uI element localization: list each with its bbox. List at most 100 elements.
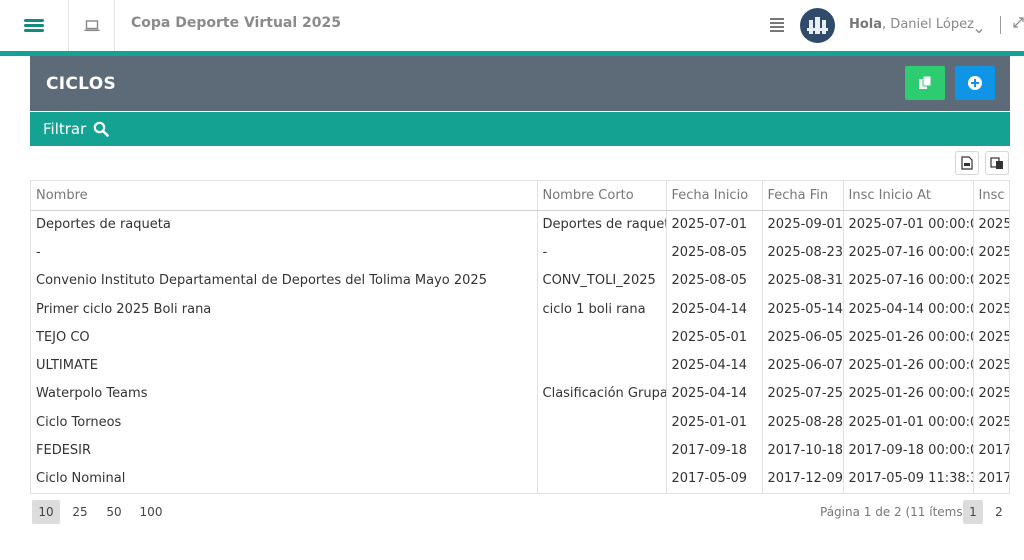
table-cell: 2025-08-05 (666, 238, 763, 267)
app-title: Copa Deporte Virtual 2025 (131, 15, 341, 31)
column-header[interactable]: Nombre Corto (537, 181, 667, 211)
greeting-prefix: Hola (849, 17, 883, 32)
table-cell: 2025-09-01 (762, 210, 844, 239)
table-cell: 2025-04-14 (666, 379, 763, 409)
table-cell: 2025-06-07 (762, 351, 844, 380)
table-cell: 2025-08-28 (762, 408, 844, 437)
file-icon (961, 156, 973, 170)
table-cell: 2017-10-18 (762, 436, 844, 465)
table-cell: 2017-05-09 (666, 464, 763, 493)
table-cell: - (31, 238, 538, 267)
table-cell: 2025- (973, 408, 1009, 437)
table-row[interactable]: Primer ciclo 2025 Boli rana ciclo 1 boli … (31, 294, 1009, 324)
table-cell: FEDESIR (31, 436, 538, 465)
column-chooser-button[interactable] (985, 151, 1009, 175)
avatar[interactable] (800, 8, 835, 43)
table-cell: - (537, 238, 667, 267)
user-greeting[interactable]: Hola, Daniel López (849, 17, 974, 32)
list-icon[interactable] (770, 18, 784, 32)
add-button[interactable] (955, 66, 995, 100)
table-cell (537, 323, 667, 352)
menu-toggle-button[interactable] (0, 0, 69, 51)
filter-label: Filtrar (43, 120, 87, 138)
top-bar: Copa Deporte Virtual 2025 Hola, Daniel L… (0, 0, 1024, 51)
column-header[interactable]: Fecha Inicio (666, 181, 763, 211)
panel-header: CICLOS (30, 56, 1010, 111)
table-cell: 2025- (973, 210, 1009, 239)
table-cell: Ciclo Torneos (31, 408, 538, 437)
table-cell: 2025- (973, 238, 1009, 267)
page-size-25[interactable]: 25 (67, 500, 93, 524)
table-cell: 2017-09-18 00:00:00 (843, 436, 974, 465)
table-cell: 2025-01-26 00:00:00 (843, 323, 974, 352)
table-cell: 2025-07-16 00:00:00 (843, 238, 974, 267)
table-cell: 2025-01-26 00:00:00 (843, 379, 974, 409)
table-cell: 2025-07-01 00:00:00 (843, 210, 974, 239)
table-cell: Deportes de raqueta (537, 210, 667, 239)
table-row[interactable]: Waterpolo Teams Clasificación Grupal 2025-… (31, 379, 1009, 409)
page-button-1[interactable]: 1 (963, 500, 983, 524)
copy-icon (919, 75, 932, 89)
table-cell (537, 408, 667, 437)
table-cell: 2017-12-09 (762, 464, 844, 493)
search-icon (93, 121, 109, 137)
table-cell: ciclo 1 boli rana (537, 294, 667, 324)
page-info: Página 1 de 2 (11 ítems) (820, 505, 968, 519)
table-cell: 2025-01-01 (666, 408, 763, 437)
table-cell: 2025-05-14 (762, 294, 844, 324)
table-row[interactable]: - -2025-08-05 2025-08-23 2025-07-16 00:00:0… (31, 238, 1009, 267)
column-header[interactable]: Nombre (31, 181, 538, 211)
page-size-50[interactable]: 50 (101, 500, 127, 524)
table-cell (537, 464, 667, 493)
table-cell: 2017-05-09 11:38:32 (843, 464, 974, 493)
column-header[interactable]: Insc Inicio At (843, 181, 974, 211)
page-title: CICLOS (46, 74, 116, 94)
expand-icon[interactable] (1013, 17, 1024, 32)
chevron-down-icon[interactable] (975, 20, 983, 34)
table-row[interactable]: Ciclo Nominal 2017-05-09 2017-12-09 2017-05… (31, 464, 1009, 493)
table-cell: Primer ciclo 2025 Boli rana (31, 294, 538, 324)
column-header[interactable]: Insc F (973, 181, 1009, 211)
table-cell: 2025- (973, 266, 1009, 295)
page-size-10[interactable]: 10 (32, 500, 60, 524)
filter-toggle[interactable]: Filtrar (30, 112, 1010, 146)
table-cell: 2025-07-01 (666, 210, 763, 239)
table-cell: 2025-05-01 (666, 323, 763, 352)
table-cell: 2017- (973, 436, 1009, 465)
table-cell: 2025-01-26 00:00:00 (843, 351, 974, 380)
table-cell: 2017- (973, 464, 1009, 493)
table-row[interactable]: TEJO CO 2025-05-01 2025-06-05 2025-01-26 00… (31, 323, 1009, 352)
table-row[interactable]: Deportes de raqueta Deportes de raqueta 20… (31, 210, 1009, 239)
columns-icon (990, 157, 1003, 169)
table-cell: Clasificación Grupal (537, 379, 667, 409)
column-header[interactable]: Fecha Fin (762, 181, 844, 211)
table-cell: TEJO CO (31, 323, 538, 352)
table-cell: 2025-01-01 00:00:00 (843, 408, 974, 437)
table-cell: 2025- (973, 323, 1009, 352)
table-row[interactable]: FEDESIR 2017-09-18 2017-10-18 2017-09-18 00… (31, 436, 1009, 465)
table-cell: 2025- (973, 351, 1009, 380)
table-cell: Ciclo Nominal (31, 464, 538, 493)
table-cell: 2025-08-23 (762, 238, 844, 267)
table-cell: CONV_TOLI_2025 (537, 266, 667, 295)
table-cell: ULTIMATE (31, 351, 538, 380)
table-cell: 2017-09-18 (666, 436, 763, 465)
data-table: Nombre Nombre Corto Fecha Inicio Fecha Fin I… (30, 180, 1010, 494)
table-cell: Waterpolo Teams (31, 379, 538, 409)
table-row[interactable]: Convenio Instituto Departamental de Depo… (31, 266, 1009, 295)
table-cell: Deportes de raqueta (31, 210, 538, 239)
copy-button[interactable] (905, 66, 945, 100)
laptop-icon[interactable] (70, 0, 115, 51)
table-cell (537, 351, 667, 380)
table-cell: 2025- (973, 379, 1009, 409)
export-csv-button[interactable] (955, 151, 979, 175)
table-row[interactable]: ULTIMATE 2025-04-14 2025-06-07 2025-01-26 0… (31, 351, 1009, 380)
table-cell: 2025-04-14 (666, 351, 763, 380)
page-size-100[interactable]: 100 (136, 500, 166, 524)
table-cell: Convenio Instituto Departamental de Depo… (31, 266, 538, 295)
table-cell: 2025-08-05 (666, 266, 763, 295)
page-button-2[interactable]: 2 (989, 500, 1009, 524)
table-cell: 2025-06-05 (762, 323, 844, 352)
table-cell (537, 436, 667, 465)
table-row[interactable]: Ciclo Torneos 2025-01-01 2025-08-28 2025-01… (31, 408, 1009, 437)
